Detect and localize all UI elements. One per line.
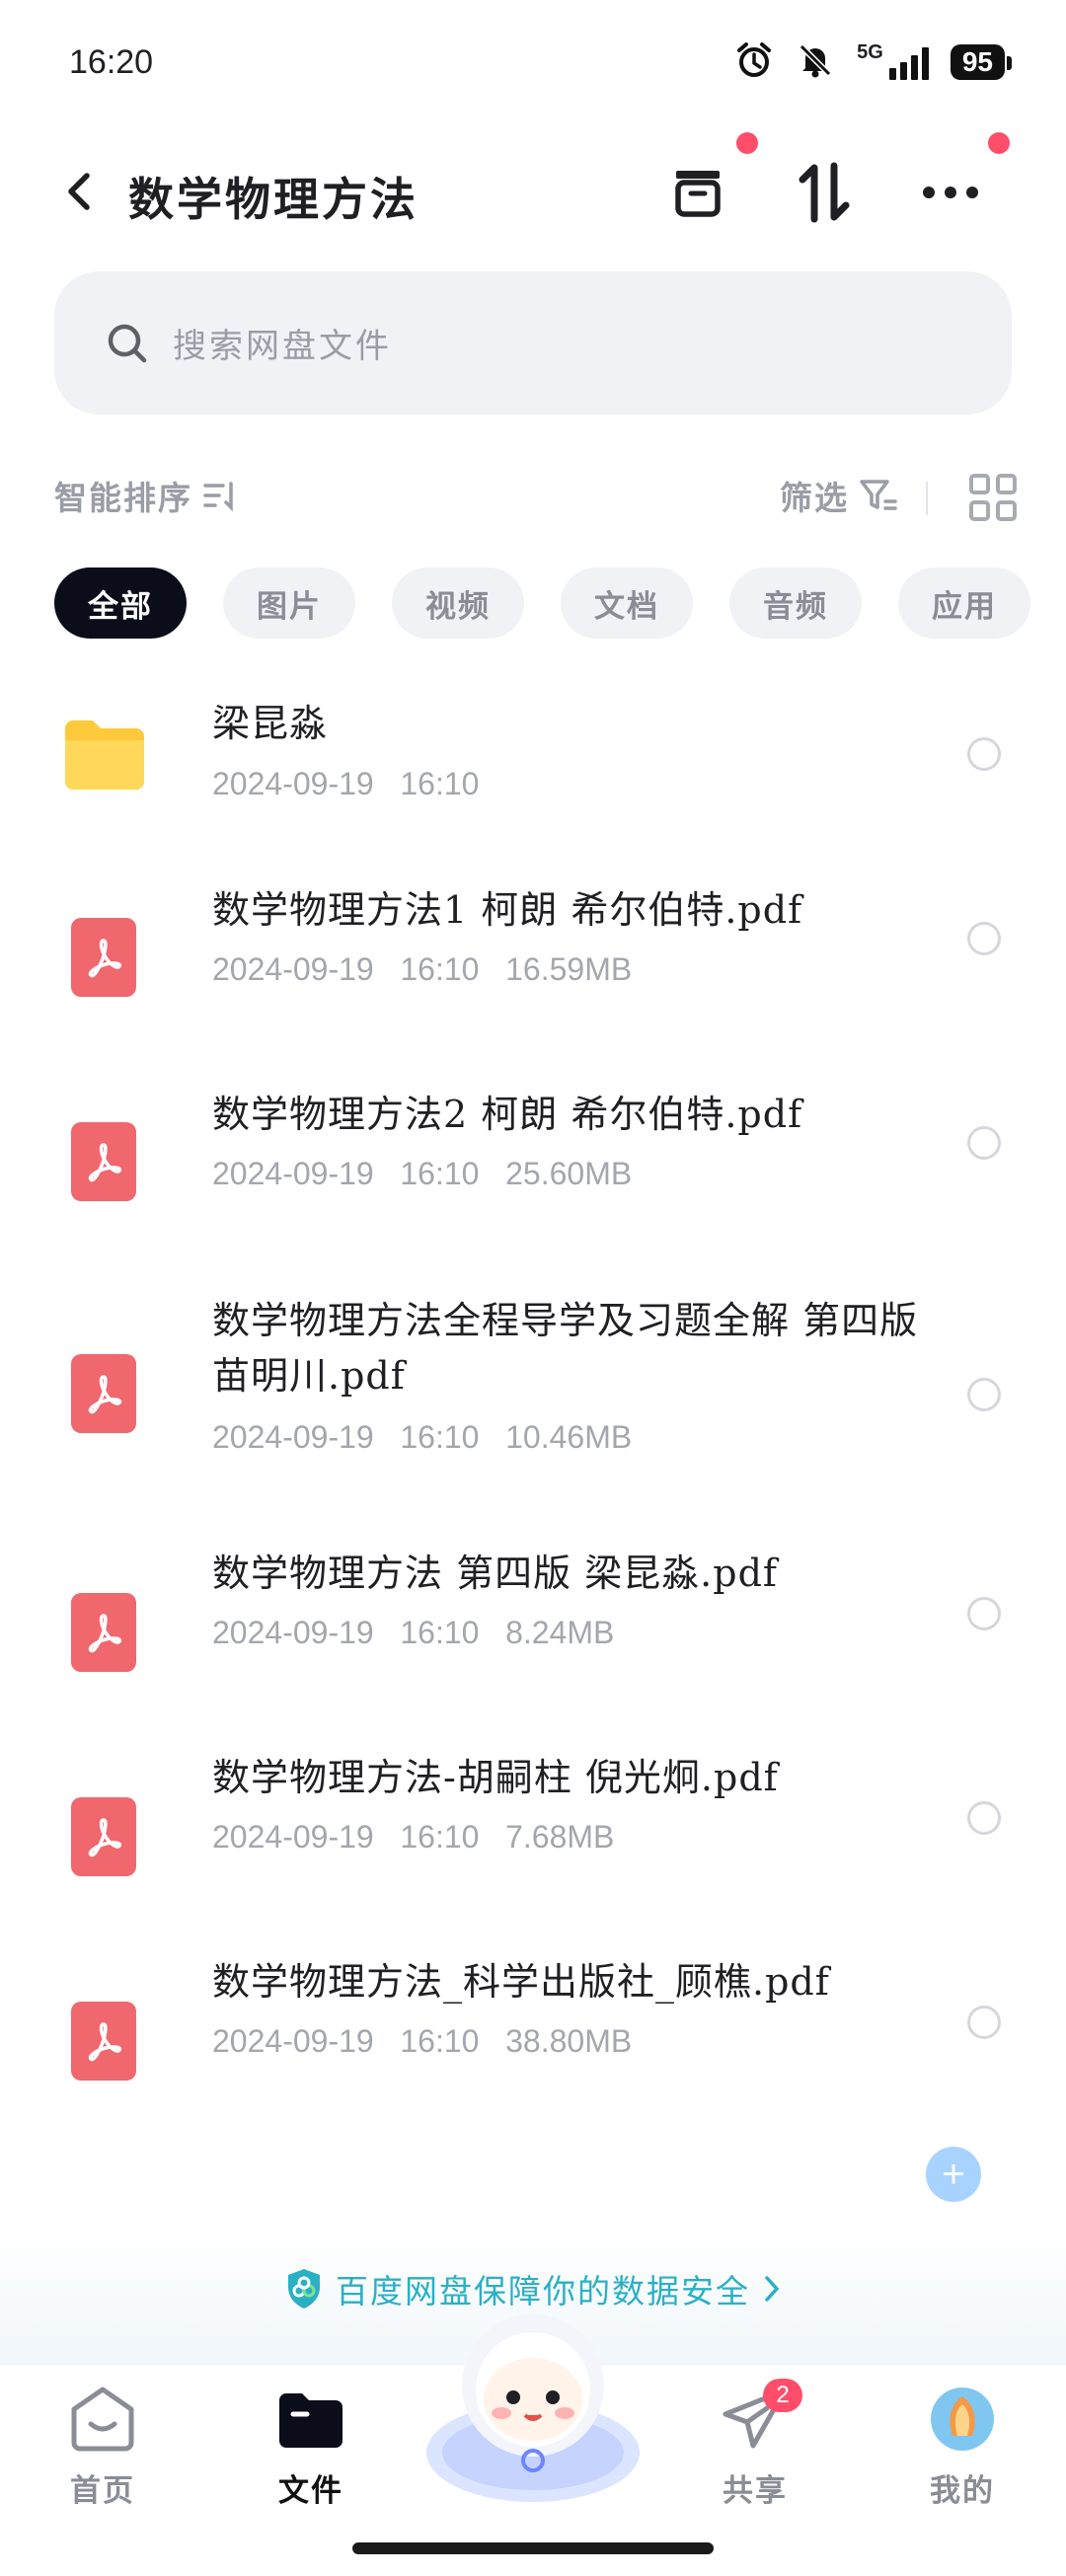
network-label: 5G — [857, 40, 883, 63]
sort-arrows-icon — [799, 162, 850, 223]
nav-me[interactable]: 我的 — [903, 2385, 1022, 2510]
nav-me-label: 我的 — [930, 2473, 995, 2509]
signal-icon — [888, 44, 929, 80]
list-item[interactable]: 数学物理方法 第四版 梁昆淼.pdf 2024-09-19 16:10 8.24… — [0, 1552, 1066, 1739]
add-button[interactable]: + — [926, 2147, 981, 2202]
page-title: 数学物理方法 — [128, 173, 419, 226]
mute-bell-icon — [796, 40, 835, 84]
list-item[interactable]: 数学物理方法1 柯朗 希尔伯特.pdf 2024-09-19 16:10 16.… — [0, 876, 1066, 1064]
sort-button[interactable] — [790, 158, 859, 227]
more-button[interactable] — [916, 158, 985, 227]
chevron-right-icon — [765, 2276, 780, 2302]
nav-share[interactable]: 共享 2 — [696, 2379, 814, 2510]
filter-icon — [860, 480, 897, 510]
nav-files[interactable]: 文件 — [252, 2385, 370, 2510]
nav-share-label: 共享 — [723, 2473, 788, 2509]
search-icon — [108, 324, 147, 362]
status-bar: 16:20 5G 95 — [0, 0, 1066, 128]
pdf-icon — [71, 918, 136, 997]
list-item[interactable]: 梁昆淼 2024-09-19 16:10 — [0, 671, 1066, 859]
header: 数学物理方法 — [0, 132, 1066, 247]
list-item[interactable]: 数学物理方法全程导学及习题全解 第四版 苗明川.pdf 2024-09-19 1… — [0, 1299, 1066, 1540]
filter-label: 筛选 — [780, 479, 849, 517]
nav-home[interactable]: 首页 — [43, 2385, 162, 2510]
list-item[interactable]: 数学物理方法2 柯朗 希尔伯特.pdf 2024-09-19 16:10 25.… — [0, 1081, 1066, 1268]
archive-button[interactable] — [663, 158, 732, 227]
select-radio[interactable] — [967, 2006, 1001, 2039]
home-indicator[interactable] — [352, 2542, 714, 2554]
more-icon — [923, 187, 978, 198]
search-placeholder: 搜索网盘文件 — [173, 327, 392, 366]
tab-audio[interactable]: 音频 — [729, 568, 862, 639]
archive-icon — [675, 171, 721, 217]
battery-icon: 95 — [950, 44, 1013, 80]
pdf-icon — [71, 1593, 136, 1672]
more-notification-dot — [988, 132, 1010, 154]
category-tabs: 全部 图片 视频 文档 音频 应用 — [54, 568, 1066, 639]
tab-documents[interactable]: 文档 — [561, 568, 693, 639]
pdf-icon — [71, 2002, 136, 2081]
select-radio[interactable] — [967, 1126, 1001, 1160]
smart-sort-button[interactable]: 智能排序 — [54, 472, 238, 519]
share-badge: 2 — [763, 2379, 802, 2412]
grid-view-icon[interactable] — [969, 474, 1017, 521]
sort-list-icon — [203, 482, 233, 512]
folder-icon — [61, 715, 148, 797]
file-meta: 2024-09-19 16:10 16.59MB — [212, 951, 633, 987]
pdf-icon — [71, 1354, 136, 1433]
smart-sort-label: 智能排序 — [54, 479, 192, 517]
file-name: 数学物理方法2 柯朗 希尔伯特.pdf — [212, 1093, 803, 1136]
plus-icon: + — [942, 2152, 965, 2196]
file-name: 数学物理方法 第四版 梁昆淼.pdf — [212, 1552, 778, 1595]
assistant-mascot-button[interactable] — [424, 2305, 642, 2502]
nav-home-label: 首页 — [70, 2473, 135, 2509]
archive-notification-dot — [736, 132, 758, 154]
pdf-icon — [71, 1122, 136, 1201]
alarm-icon — [734, 40, 774, 84]
back-icon — [68, 173, 90, 210]
list-item[interactable]: 数学物理方法-胡嗣柱 倪光炯.pdf 2024-09-19 16:10 7.68… — [0, 1756, 1066, 1943]
mascot-icon — [426, 2314, 640, 2502]
shield-icon — [288, 2269, 320, 2309]
avatar — [931, 2387, 994, 2451]
file-meta: 2024-09-19 16:10 25.60MB — [212, 1156, 633, 1191]
folder-icon — [279, 2393, 343, 2448]
home-icon — [71, 2387, 134, 2452]
tab-apps[interactable]: 应用 — [898, 568, 1030, 639]
file-name: 数学物理方法全程导学及习题全解 第四版 苗明川.pdf — [212, 1299, 919, 1398]
file-meta: 2024-09-19 16:10 8.24MB — [212, 1615, 615, 1650]
nav-files-label: 文件 — [278, 2473, 343, 2509]
file-meta: 2024-09-19 16:10 7.68MB — [212, 1819, 615, 1855]
file-name: 数学物理方法-胡嗣柱 倪光炯.pdf — [212, 1756, 779, 1799]
tab-images[interactable]: 图片 — [223, 568, 355, 639]
divider — [926, 482, 928, 515]
file-meta: 2024-09-19 16:10 10.46MB — [212, 1419, 633, 1455]
filter-button[interactable]: 筛选 — [780, 472, 898, 519]
file-meta: 2024-09-19 16:10 — [212, 766, 480, 801]
file-meta: 2024-09-19 16:10 38.80MB — [212, 2023, 633, 2059]
status-icons: 5G 95 — [734, 39, 1013, 85]
select-radio[interactable] — [967, 1801, 1001, 1835]
file-name: 梁昆淼 — [212, 702, 329, 745]
sort-bar: 智能排序 筛选 — [54, 464, 1017, 523]
select-radio[interactable] — [967, 737, 1001, 771]
pdf-icon — [71, 1797, 136, 1876]
select-radio[interactable] — [967, 922, 1001, 955]
back-button[interactable] — [49, 162, 109, 221]
file-list: 梁昆淼 2024-09-19 16:10 数学物理方法1 柯朗 希尔伯特.pdf… — [0, 671, 1066, 2081]
file-name: 数学物理方法_科学出版社_顾樵.pdf — [212, 1960, 830, 2004]
list-item[interactable]: 数学物理方法_科学出版社_顾樵.pdf 2024-09-19 16:10 38.… — [0, 1960, 1066, 2148]
tab-videos[interactable]: 视频 — [392, 568, 524, 639]
tab-all[interactable]: 全部 — [54, 568, 187, 639]
search-input[interactable]: 搜索网盘文件 — [54, 271, 1012, 415]
status-time: 16:20 — [69, 43, 154, 81]
file-name: 数学物理方法1 柯朗 希尔伯特.pdf — [212, 888, 803, 932]
select-radio[interactable] — [967, 1597, 1001, 1630]
select-radio[interactable] — [967, 1378, 1001, 1411]
